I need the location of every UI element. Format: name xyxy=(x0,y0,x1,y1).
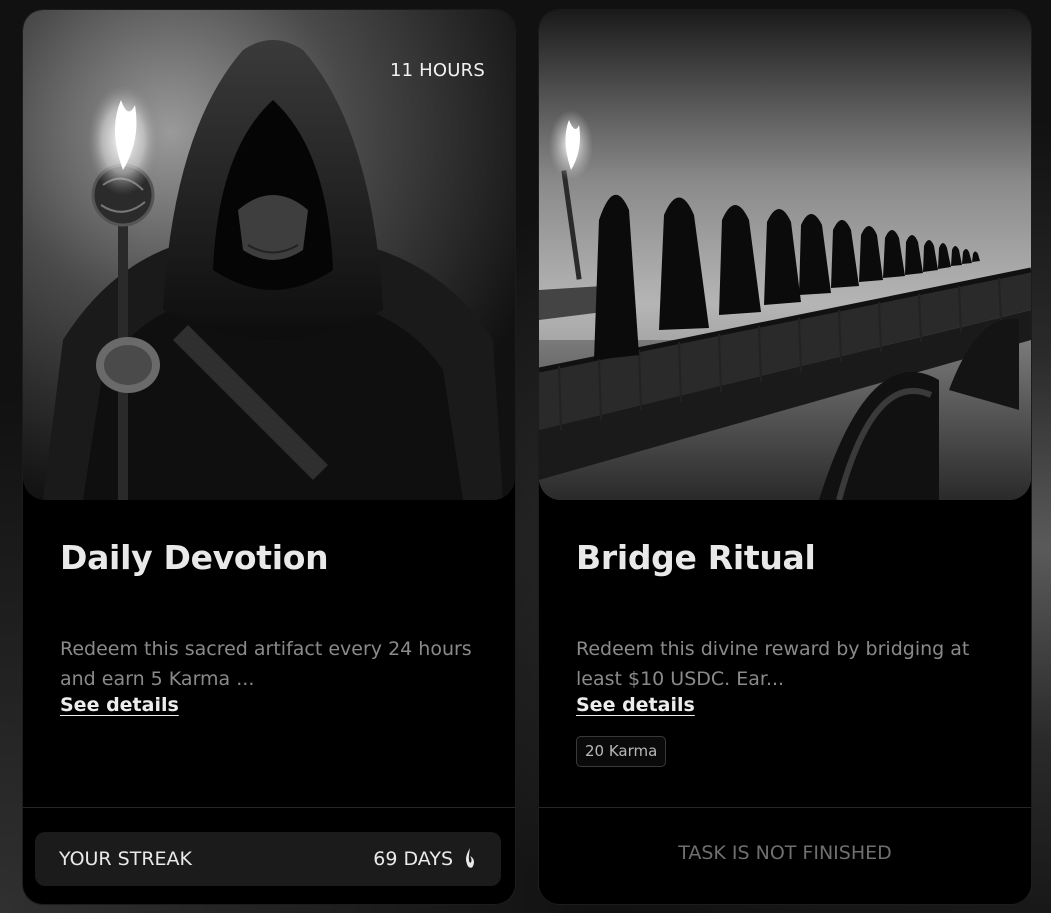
rewards-grid: 11 HOURS Daily Devotion Redeem this sacr… xyxy=(0,0,1051,913)
see-details-link[interactable]: See details xyxy=(576,694,695,716)
reward-card-bridge-ritual[interactable]: Bridge Ritual Redeem this divine reward … xyxy=(539,10,1031,904)
karma-badge: 20 Karma xyxy=(576,736,667,767)
streak-bar: YOUR STREAK 69 DAYS xyxy=(35,832,501,886)
card-title: Daily Devotion xyxy=(60,538,329,577)
card-description: Redeem this divine reward by bridging at… xyxy=(576,638,970,690)
card-divider xyxy=(23,807,515,808)
reward-image-hooded-figure: 11 HOURS xyxy=(23,10,515,500)
streak-label: YOUR STREAK xyxy=(59,848,192,870)
card-divider xyxy=(539,807,1031,808)
countdown-timer: 11 HOURS xyxy=(389,60,485,81)
card-description: Redeem this sacred artifact every 24 hou… xyxy=(60,638,472,690)
flame-icon xyxy=(466,848,474,868)
card-title: Bridge Ritual xyxy=(576,538,816,577)
reward-image-bridge-procession xyxy=(539,10,1031,500)
see-details-link[interactable]: See details xyxy=(60,694,179,716)
reward-card-daily-devotion[interactable]: 11 HOURS Daily Devotion Redeem this sacr… xyxy=(23,10,515,904)
task-status-text: TASK IS NOT FINISHED xyxy=(678,842,892,864)
streak-value: 69 DAYS xyxy=(373,848,453,870)
streak-value-group: 69 DAYS xyxy=(373,847,477,871)
